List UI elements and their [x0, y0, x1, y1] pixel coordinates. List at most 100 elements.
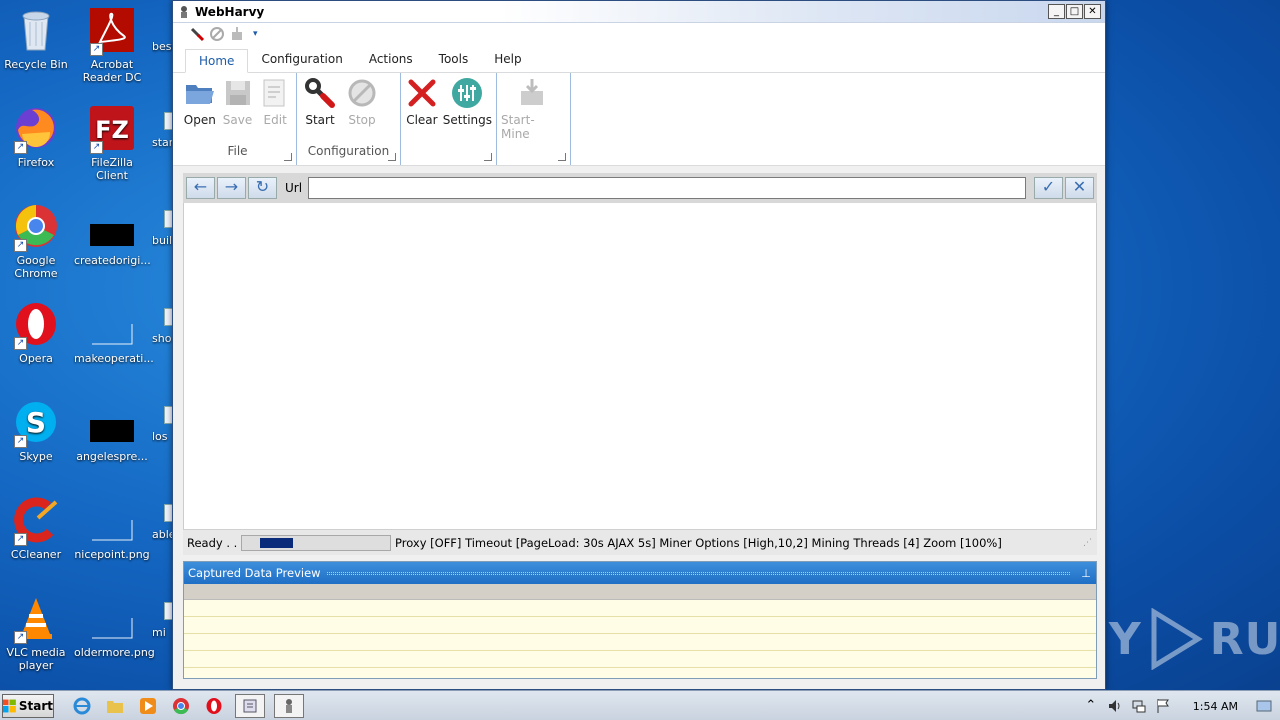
desktop-icon-label: makeoperati... — [74, 352, 154, 365]
desktop-icon-nicepoint[interactable]: nicepoint.png — [74, 496, 150, 561]
desktop-icon-partial[interactable]: best — [152, 40, 174, 53]
table-row[interactable] — [184, 600, 1096, 617]
resize-grip-icon[interactable]: ⋰ — [1083, 538, 1093, 548]
edit-document-icon — [263, 79, 285, 107]
shortcut-arrow-icon: ↗ — [14, 239, 27, 252]
desktop-icon-partial[interactable]: star — [152, 112, 174, 149]
clear-x-icon — [408, 79, 436, 107]
system-tray: ⌃ 1:54 AM — [1083, 691, 1272, 720]
volume-icon[interactable] — [1107, 698, 1123, 714]
partial-label: able — [152, 528, 174, 541]
edit-button[interactable]: Edit — [258, 77, 292, 141]
tab-configuration[interactable]: Configuration — [248, 48, 355, 72]
action-center-flag-icon[interactable] — [1155, 698, 1171, 714]
start-label: Start — [305, 113, 335, 127]
dialog-launcher-icon[interactable] — [558, 153, 566, 161]
desktop-icon-partial[interactable]: buil — [152, 210, 174, 247]
back-button[interactable]: ← — [186, 177, 215, 199]
tab-actions[interactable]: Actions — [356, 48, 426, 72]
clear-label: Clear — [406, 113, 438, 127]
open-button[interactable]: Open — [183, 77, 217, 141]
desktop-icon-skype[interactable]: S ↗ Skype — [0, 398, 74, 463]
dialog-launcher-icon[interactable] — [284, 153, 292, 161]
taskbar-explorer-icon[interactable] — [103, 694, 127, 718]
settings-button[interactable]: Settings — [443, 77, 492, 141]
preview-title: Captured Data Preview — [188, 566, 321, 580]
tray-expand-icon[interactable]: ⌃ — [1083, 698, 1099, 714]
clock[interactable]: 1:54 AM — [1193, 700, 1238, 713]
table-row[interactable] — [184, 651, 1096, 668]
start-config-button[interactable]: Start — [301, 77, 339, 141]
desktop-icon-oldermore[interactable]: oldermore.png — [74, 594, 155, 659]
desktop-icon-vlc[interactable]: ↗ VLC media player — [0, 594, 74, 672]
clear-button[interactable]: Clear — [405, 77, 439, 141]
save-button[interactable]: Save — [221, 77, 255, 141]
url-go-button[interactable]: ✓ — [1034, 177, 1063, 199]
tab-tools[interactable]: Tools — [426, 48, 482, 72]
desktop-icon-opera[interactable]: ↗ Opera — [0, 300, 74, 365]
taskbar-media-player-icon[interactable] — [136, 694, 160, 718]
tab-help[interactable]: Help — [481, 48, 534, 72]
taskbar-opera-icon[interactable] — [202, 694, 226, 718]
pin-icon[interactable]: ⊥ — [1080, 567, 1092, 580]
taskbar-webharvy-icon[interactable] — [274, 693, 304, 718]
desktop-icon-filezilla[interactable]: FZ ↗ FileZilla Client — [74, 104, 150, 182]
title-bar[interactable]: WebHarvy _ □ ✕ — [173, 1, 1105, 23]
desktop-icon-acrobat[interactable]: ↗ Acrobat Reader DC — [74, 6, 150, 84]
desktop-icon-ccleaner[interactable]: ↗ CCleaner — [0, 496, 74, 561]
ribbon-group-actions: Clear Settings — [401, 73, 497, 165]
minimize-button[interactable]: _ — [1048, 4, 1065, 19]
taskbar-ie-icon[interactable] — [70, 694, 94, 718]
maximize-button[interactable]: □ — [1066, 4, 1083, 19]
refresh-button[interactable]: ↻ — [248, 177, 277, 199]
stop-icon[interactable] — [209, 26, 225, 42]
table-row[interactable] — [184, 617, 1096, 634]
recycle-bin-icon — [12, 6, 60, 54]
taskbar-chrome-icon[interactable] — [169, 694, 193, 718]
wrench-icon[interactable] — [189, 26, 205, 42]
dialog-launcher-icon[interactable] — [388, 153, 396, 161]
table-row[interactable] — [184, 634, 1096, 651]
browser-view[interactable] — [183, 203, 1097, 529]
show-desktop-icon[interactable] — [1256, 698, 1272, 714]
forward-button[interactable]: → — [217, 177, 246, 199]
dialog-launcher-icon[interactable] — [484, 153, 492, 161]
desktop-icon-createdorigi[interactable]: createdorigi... — [74, 202, 151, 267]
progress-fill — [260, 537, 293, 548]
stop-config-button[interactable]: Stop — [343, 77, 381, 141]
desktop-icon-recycle-bin[interactable]: Recycle Bin — [0, 6, 74, 71]
start-mine-button[interactable]: Start-Mine — [501, 77, 563, 141]
open-folder-icon — [185, 85, 214, 104]
desktop-icon-partial[interactable]: mi — [152, 602, 174, 639]
image-file-icon — [88, 202, 136, 250]
webharvy-app-icon — [181, 5, 187, 18]
desktop-icon-angelespre[interactable]: angelespre... — [74, 398, 150, 463]
url-input[interactable] — [308, 177, 1026, 199]
mine-icon[interactable] — [229, 26, 245, 42]
desktop-icon-chrome[interactable]: ↗ Google Chrome — [0, 202, 74, 280]
save-disk-icon — [225, 81, 250, 105]
windows-flag-icon — [3, 699, 16, 712]
tab-home[interactable]: Home — [185, 49, 249, 73]
desktop-icon-partial[interactable]: sho — [152, 308, 174, 345]
image-file-icon — [88, 594, 136, 642]
progress-bar — [241, 534, 391, 551]
url-cancel-button[interactable]: ✕ — [1065, 177, 1094, 199]
partial-label: star — [152, 136, 174, 149]
desktop-icon-label: oldermore.png — [74, 646, 155, 659]
taskbar-installer-icon[interactable] — [235, 693, 265, 718]
partial-label: buil — [152, 234, 173, 247]
close-button[interactable]: ✕ — [1084, 4, 1101, 19]
desktop-icon-firefox[interactable]: ↗ Firefox — [0, 104, 74, 169]
desktop-icon-partial[interactable]: los — [152, 406, 174, 443]
image-file-icon — [88, 300, 136, 348]
desktop-icon-makeoperati[interactable]: makeoperati... — [74, 300, 154, 365]
desktop-icon-partial[interactable]: able — [152, 504, 174, 541]
desktop-icon-label: Opera — [19, 352, 53, 365]
qat-customize-button[interactable]: ▾ — [253, 29, 258, 39]
start-button[interactable]: Start — [2, 693, 54, 718]
vlc-icon: ↗ — [12, 594, 60, 644]
acrobat-icon: ↗ — [88, 6, 136, 56]
network-icon[interactable] — [1131, 698, 1147, 714]
shortcut-arrow-icon: ↗ — [14, 141, 27, 154]
